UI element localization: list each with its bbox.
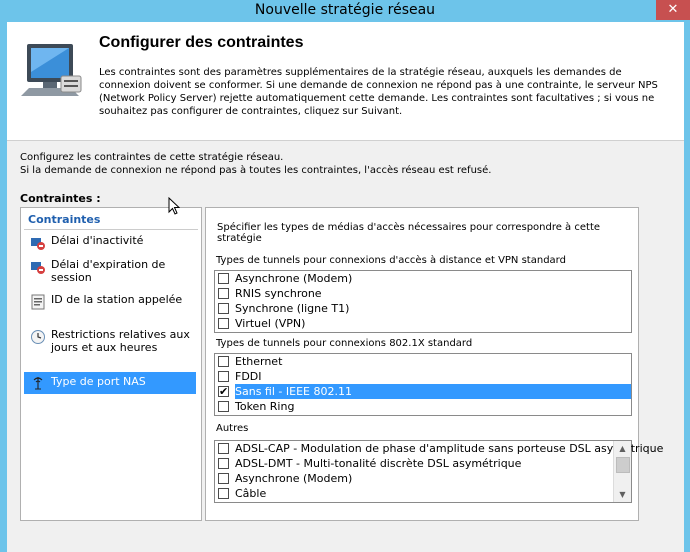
list-item-label: Sans fil - IEEE 802.11 [235,384,631,399]
group-label-other: Autres [216,423,249,434]
list-item-label: ADSL-DMT - Multi-tonalité discrète DSL a… [235,457,522,470]
nav-item-label: Délai d'inactivité [51,234,144,247]
window-frame-right [684,22,690,552]
page-description: Les contraintes sont des paramètres supp… [99,67,658,117]
list-item-label: Asynchrone (Modem) [235,472,353,485]
list-item-label: FDDI [235,370,262,383]
list-item[interactable]: Token Ring [215,399,631,414]
list-item-label: Ethernet [235,355,283,368]
list-item[interactable]: RNIS synchrone [215,286,631,301]
nav-item-nas-port-type[interactable]: Type de port NAS [24,372,196,394]
close-button[interactable]: ✕ [656,0,690,20]
mouse-cursor-icon [168,197,180,215]
list-item-label: Synchrone (ligne T1) [235,302,350,315]
intro-line-2: Si la demande de connexion ne répond pas… [20,164,492,176]
list-item-label: Virtuel (VPN) [235,317,306,330]
nav-item-session-timeout[interactable]: Délai d'expiration de session [24,257,196,287]
checkbox[interactable] [218,318,229,329]
group-label-dialup-vpn: Types de tunnels pour connexions d'accès… [216,255,566,266]
checkbox[interactable] [218,303,229,314]
checkbox[interactable] [218,488,229,499]
constraints-label: Contraintes : [20,192,101,205]
scrollbar-thumb[interactable] [616,457,630,473]
nas-port-type-panel: Spécifier les types de médias d'accès né… [205,207,663,521]
group-label-8021x: Types de tunnels pour connexions 802.1X … [216,338,473,349]
scroll-down-arrow-icon[interactable]: ▼ [614,487,631,502]
list-item[interactable]: Asynchrone (Modem) [215,471,631,486]
checkbox[interactable] [218,356,229,367]
list-item[interactable]: ADSL-CAP - Modulation de phase d'amplitu… [215,441,663,456]
checkbox[interactable] [218,473,229,484]
constraints-nav: Contraintes Délai d'inactivité Délai d'e… [20,207,202,521]
scrollbar[interactable]: ▲ ▼ [613,441,631,502]
list-item-label: ADSL-CAP - Modulation de phase d'amplitu… [235,442,664,455]
list-item[interactable]: Câble [215,486,631,501]
window-title: Nouvelle stratégie réseau [254,2,436,18]
wizard-header: Configurer des contraintes Les contraint… [7,22,684,141]
nav-item-day-time-restrictions[interactable]: Restrictions relatives aux jours et aux … [24,327,196,367]
idle-timeout-icon [31,238,45,250]
checkbox[interactable] [218,288,229,299]
list-item-label: Asynchrone (Modem) [235,272,353,285]
nav-item-idle-timeout[interactable]: Délai d'inactivité [24,233,196,253]
list-item[interactable]: Virtuel (VPN) [215,316,631,331]
list-item[interactable]: Ethernet [215,354,631,369]
nav-item-called-station-id[interactable]: ID de la station appelée [24,292,196,322]
nav-item-label: ID de la station appelée [51,293,183,306]
nav-item-label: Délai d'expiration de session [51,258,166,284]
intro-line-1: Configurez les contraintes de cette stra… [20,152,284,163]
list-item-label: Câble [235,487,267,500]
checkbox[interactable] [218,401,229,412]
session-timeout-icon [31,262,45,274]
nav-item-label: Type de port NAS [51,375,146,388]
dialup-vpn-tunnel-list[interactable]: Asynchrone (Modem) RNIS synchrone Synchr… [214,270,632,333]
checkbox[interactable] [218,458,229,469]
day-time-restrictions-icon [31,330,45,344]
list-item[interactable]: Synchrone (ligne T1) [215,301,631,316]
list-item[interactable]: Asynchrone (Modem) [215,271,631,286]
called-station-id-icon [31,294,45,310]
8021x-tunnel-list[interactable]: Ethernet FDDI Sans fil - IEEE 802.11 Tok… [214,353,632,416]
checkbox[interactable] [218,371,229,382]
network-policy-computer-icon [21,44,82,96]
intro-text: Configurez les contraintes de cette stra… [20,152,660,177]
window-frame-left [0,22,7,552]
nas-port-type-icon [33,377,43,390]
title-bar: Nouvelle stratégie réseau ✕ [0,0,690,22]
constraints-nav-heading: Contraintes [28,213,101,226]
checkbox[interactable] [218,443,229,454]
panel-description: Spécifier les types de médias d'accès né… [217,222,601,244]
list-item-label: Token Ring [235,400,295,413]
scroll-up-arrow-icon[interactable]: ▲ [614,441,631,456]
nav-divider [24,229,198,230]
list-item[interactable]: FDDI [215,369,631,384]
nav-item-label: Restrictions relatives aux jours et aux … [51,328,190,354]
checkbox-checked[interactable] [218,384,229,399]
checkbox[interactable] [218,273,229,284]
page-title: Configurer des contraintes [99,34,304,51]
list-item-label: RNIS synchrone [235,287,322,300]
list-item[interactable]: ADSL-DMT - Multi-tonalité discrète DSL a… [215,456,631,471]
list-item-selected[interactable]: Sans fil - IEEE 802.11 [215,384,631,399]
other-port-type-list[interactable]: ADSL-CAP - Modulation de phase d'amplitu… [214,440,663,503]
